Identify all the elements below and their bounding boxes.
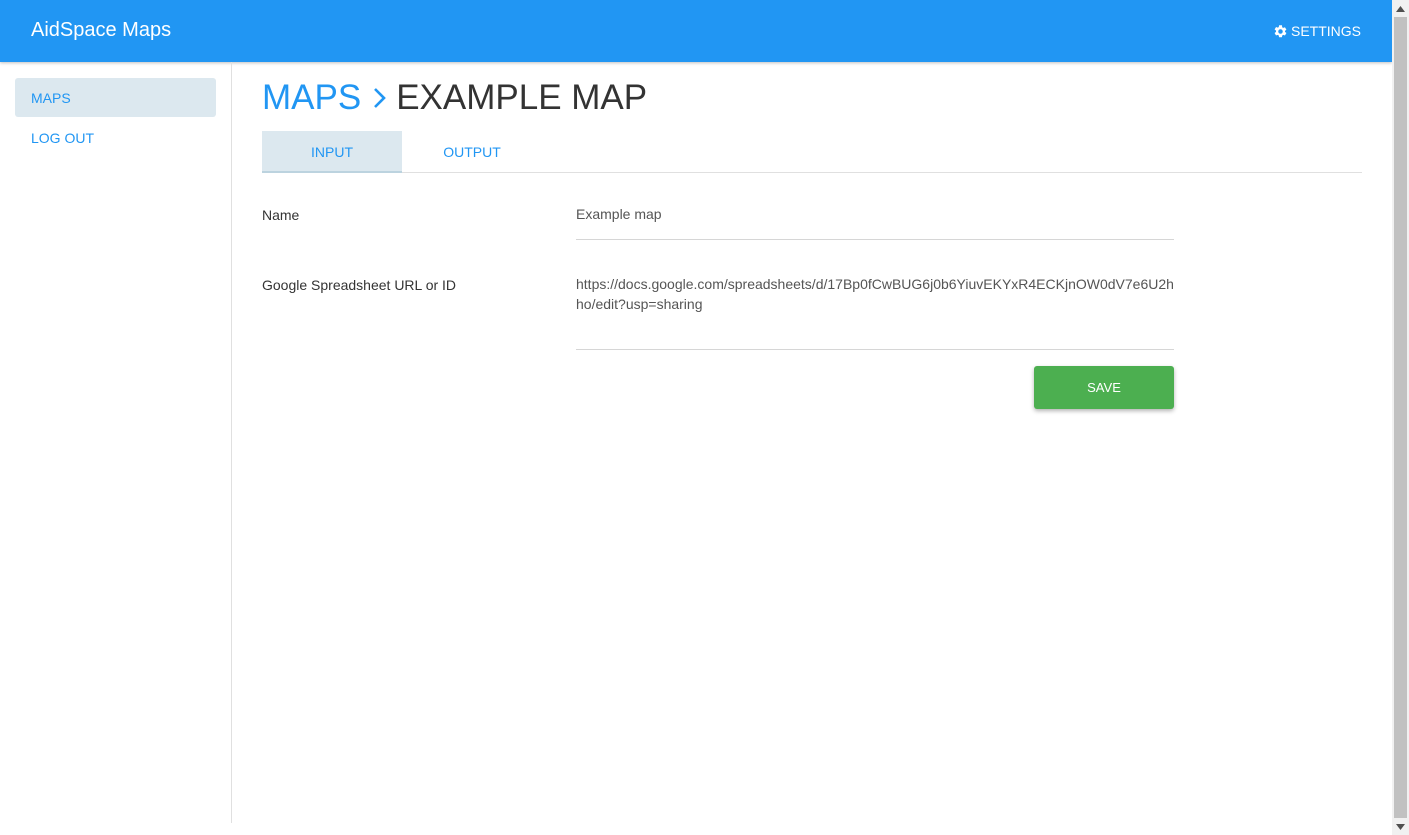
chevron-right-icon	[372, 85, 388, 111]
breadcrumb-maps-link[interactable]: MAPS	[262, 78, 361, 118]
save-button[interactable]: SAVE	[1034, 366, 1174, 409]
settings-button[interactable]: SETTINGS	[1273, 23, 1361, 39]
tab-output[interactable]: OUTPUT	[402, 131, 542, 172]
gear-icon	[1273, 24, 1288, 39]
app-header: AidSpace Maps SETTINGS	[0, 0, 1392, 62]
breadcrumb: MAPS EXAMPLE MAP	[262, 76, 647, 120]
spreadsheet-url-label: Google Spreadsheet URL or ID	[262, 277, 457, 293]
tab-bar: INPUT OUTPUT	[262, 131, 1362, 173]
scroll-up-arrow-icon[interactable]	[1392, 0, 1409, 17]
tab-input[interactable]: INPUT	[262, 131, 402, 173]
name-label: Name	[262, 207, 300, 223]
sidebar-item-log-out[interactable]: LOG OUT	[15, 118, 216, 157]
sidebar-item-maps[interactable]: MAPS	[15, 78, 216, 117]
scrollbar[interactable]	[1392, 0, 1409, 835]
scroll-down-arrow-icon[interactable]	[1392, 818, 1409, 835]
name-field[interactable]: Example map	[576, 204, 1174, 240]
spreadsheet-url-field[interactable]: https://docs.google.com/spreadsheets/d/1…	[576, 274, 1174, 350]
scrollbar-thumb[interactable]	[1394, 17, 1407, 818]
app-title: AidSpace Maps	[31, 19, 172, 41]
settings-label: SETTINGS	[1290, 23, 1361, 39]
sidebar: MAPS LOG OUT	[0, 62, 232, 823]
sidebar-item-label: MAPS	[31, 90, 71, 106]
page-title: EXAMPLE MAP	[396, 78, 648, 117]
sidebar-item-label: LOG OUT	[31, 130, 95, 146]
